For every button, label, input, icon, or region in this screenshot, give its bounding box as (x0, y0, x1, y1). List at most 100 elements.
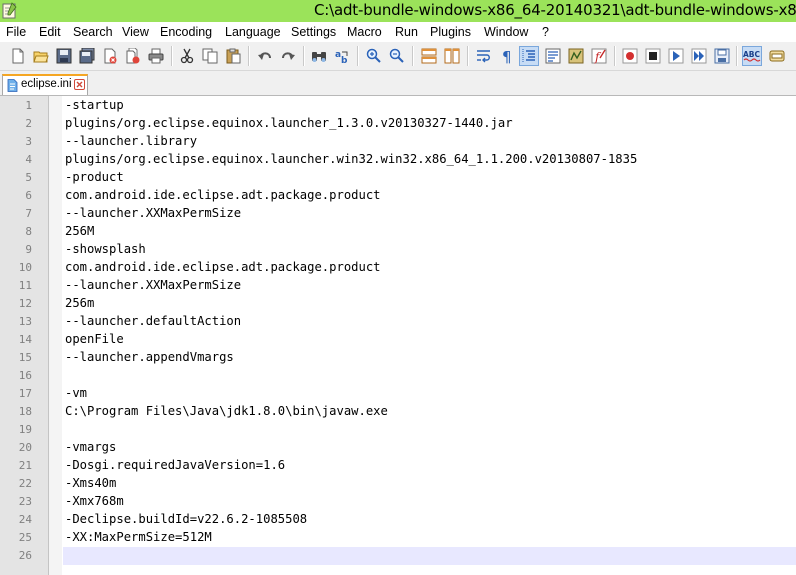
replace-icon[interactable]: ab (332, 46, 352, 66)
find-icon[interactable] (309, 46, 329, 66)
user-lang-icon[interactable] (543, 46, 563, 66)
editor-line[interactable]: 15 --launcher.appendVmargs (0, 349, 796, 367)
editor-line[interactable]: 26 (0, 547, 796, 565)
editor-line[interactable]: 3 --launcher.library (0, 133, 796, 151)
tab-close-icon[interactable] (74, 79, 85, 90)
menu-help[interactable]: ? (542, 25, 549, 39)
editor-line[interactable]: 8 256M (0, 223, 796, 241)
menu-macro[interactable]: Macro (347, 25, 382, 39)
line-text[interactable]: 256m (65, 296, 94, 310)
editor-line[interactable]: 1 -startup (0, 97, 796, 115)
editor-line[interactable]: 5 -product (0, 169, 796, 187)
menu-window[interactable]: Window (484, 25, 528, 39)
editor-line[interactable]: 10 com.android.ide.eclipse.adt.package.pr… (0, 259, 796, 277)
editor-line[interactable]: 17 -vm (0, 385, 796, 403)
function-list-icon[interactable]: f (589, 46, 609, 66)
run-macro-multiple-icon[interactable] (689, 46, 709, 66)
word-wrap-icon[interactable] (474, 46, 494, 66)
title-bar[interactable]: C:\adt-bundle-windows-x86_64-20140321\ad… (0, 0, 796, 22)
notepad-app-icon[interactable] (2, 2, 17, 19)
line-text[interactable]: -Declipse.buildId=v22.6.2-1085508 (65, 512, 307, 526)
doc-map-icon[interactable] (566, 46, 586, 66)
line-text[interactable]: com.android.ide.eclipse.adt.package.prod… (65, 260, 381, 274)
stop-record-icon[interactable] (643, 46, 663, 66)
line-text[interactable]: -startup (65, 98, 124, 112)
editor-line[interactable]: 11 --launcher.XXMaxPermSize (0, 277, 796, 295)
copy-icon[interactable] (200, 46, 220, 66)
sync-vertical-icon[interactable] (419, 46, 439, 66)
line-text[interactable]: --launcher.appendVmargs (65, 350, 234, 364)
line-text[interactable]: plugins/org.eclipse.equinox.launcher_1.3… (65, 116, 513, 130)
line-text[interactable]: openFile (65, 332, 124, 346)
editor-line[interactable]: 22 -Xms40m (0, 475, 796, 493)
line-text[interactable]: -XX:MaxPermSize=512M (65, 530, 212, 544)
cut-icon[interactable] (177, 46, 197, 66)
show-all-chars-icon[interactable]: ¶ (497, 46, 517, 66)
zoom-in-icon[interactable] (364, 46, 384, 66)
line-text[interactable]: -vm (65, 386, 87, 400)
line-text[interactable]: --launcher.defaultAction (65, 314, 241, 328)
record-macro-icon[interactable] (620, 46, 640, 66)
line-text[interactable]: -Dosgi.requiredJavaVersion=1.6 (65, 458, 285, 472)
svg-text:¶: ¶ (502, 48, 512, 64)
editor-line[interactable]: 7 --launcher.XXMaxPermSize (0, 205, 796, 223)
menu-language[interactable]: Language (225, 25, 281, 39)
editor-line[interactable]: 9 -showsplash (0, 241, 796, 259)
editor-line[interactable]: 24 -Declipse.buildId=v22.6.2-1085508 (0, 511, 796, 529)
menu-encoding[interactable]: Encoding (160, 25, 212, 39)
line-text[interactable]: --launcher.XXMaxPermSize (65, 278, 241, 292)
menu-run[interactable]: Run (395, 25, 418, 39)
editor-line[interactable]: 19 (0, 421, 796, 439)
close-all-icon[interactable] (123, 46, 143, 66)
new-file-icon[interactable] (8, 46, 28, 66)
play-macro-icon[interactable] (666, 46, 686, 66)
spell-check-icon[interactable]: ABC (742, 46, 762, 66)
editor-line[interactable]: 23 -Xmx768m (0, 493, 796, 511)
line-text[interactable]: plugins/org.eclipse.equinox.launcher.win… (65, 152, 637, 166)
open-file-icon[interactable] (31, 46, 51, 66)
line-text[interactable]: --launcher.XXMaxPermSize (65, 206, 241, 220)
paste-icon[interactable] (223, 46, 243, 66)
save-macro-icon[interactable] (712, 46, 732, 66)
editor-line[interactable]: 2 plugins/org.eclipse.equinox.launcher_1.… (0, 115, 796, 133)
line-text[interactable]: C:\Program Files\Java\jdk1.8.0\bin\javaw… (65, 404, 388, 418)
line-text[interactable]: -product (65, 170, 124, 184)
redo-icon[interactable] (278, 46, 298, 66)
line-number: 13 (18, 315, 32, 328)
menu-edit[interactable]: Edit (39, 25, 61, 39)
undo-icon[interactable] (255, 46, 275, 66)
editor-line[interactable]: 12 256m (0, 295, 796, 313)
editor-line[interactable]: 20 -vmargs (0, 439, 796, 457)
editor-line[interactable]: 14 openFile (0, 331, 796, 349)
line-text[interactable]: com.android.ide.eclipse.adt.package.prod… (65, 188, 381, 202)
line-text[interactable]: -Xms40m (65, 476, 116, 490)
line-text[interactable]: 256M (65, 224, 94, 238)
indent-guide-icon[interactable] (519, 46, 539, 66)
editor-line[interactable]: 16 (0, 367, 796, 385)
line-text[interactable]: -vmargs (65, 440, 116, 454)
editor-line[interactable]: 21 -Dosgi.requiredJavaVersion=1.6 (0, 457, 796, 475)
editor-line[interactable]: 18 C:\Program Files\Java\jdk1.8.0\bin\jav… (0, 403, 796, 421)
close-icon[interactable] (100, 46, 120, 66)
menu-file[interactable]: File (6, 25, 26, 39)
editor-line[interactable]: 13 --launcher.defaultAction (0, 313, 796, 331)
editor[interactable]: 1 -startup 2 plugins/org.eclipse.equinox.la… (0, 96, 796, 575)
line-text[interactable]: -Xmx768m (65, 494, 124, 508)
zoom-out-icon[interactable] (387, 46, 407, 66)
menu-view[interactable]: View (122, 25, 149, 39)
menu-plugins[interactable]: Plugins (430, 25, 471, 39)
line-text[interactable]: -showsplash (65, 242, 146, 256)
editor-line[interactable]: 4 plugins/org.eclipse.equinox.launcher.wi… (0, 151, 796, 169)
menu-search[interactable]: Search (73, 25, 113, 39)
editor-line[interactable]: 25 -XX:MaxPermSize=512M (0, 529, 796, 547)
print-icon[interactable] (146, 46, 166, 66)
line-number: 16 (18, 369, 32, 382)
save-icon[interactable] (54, 46, 74, 66)
line-text[interactable]: --launcher.library (65, 134, 197, 148)
spell-options-icon[interactable] (767, 46, 787, 66)
save-all-icon[interactable] (77, 46, 97, 66)
sync-horizontal-icon[interactable] (442, 46, 462, 66)
editor-line[interactable]: 6 com.android.ide.eclipse.adt.package.pro… (0, 187, 796, 205)
menu-settings[interactable]: Settings (291, 25, 336, 39)
tab-eclipse-ini[interactable]: eclipse.ini (2, 74, 88, 95)
